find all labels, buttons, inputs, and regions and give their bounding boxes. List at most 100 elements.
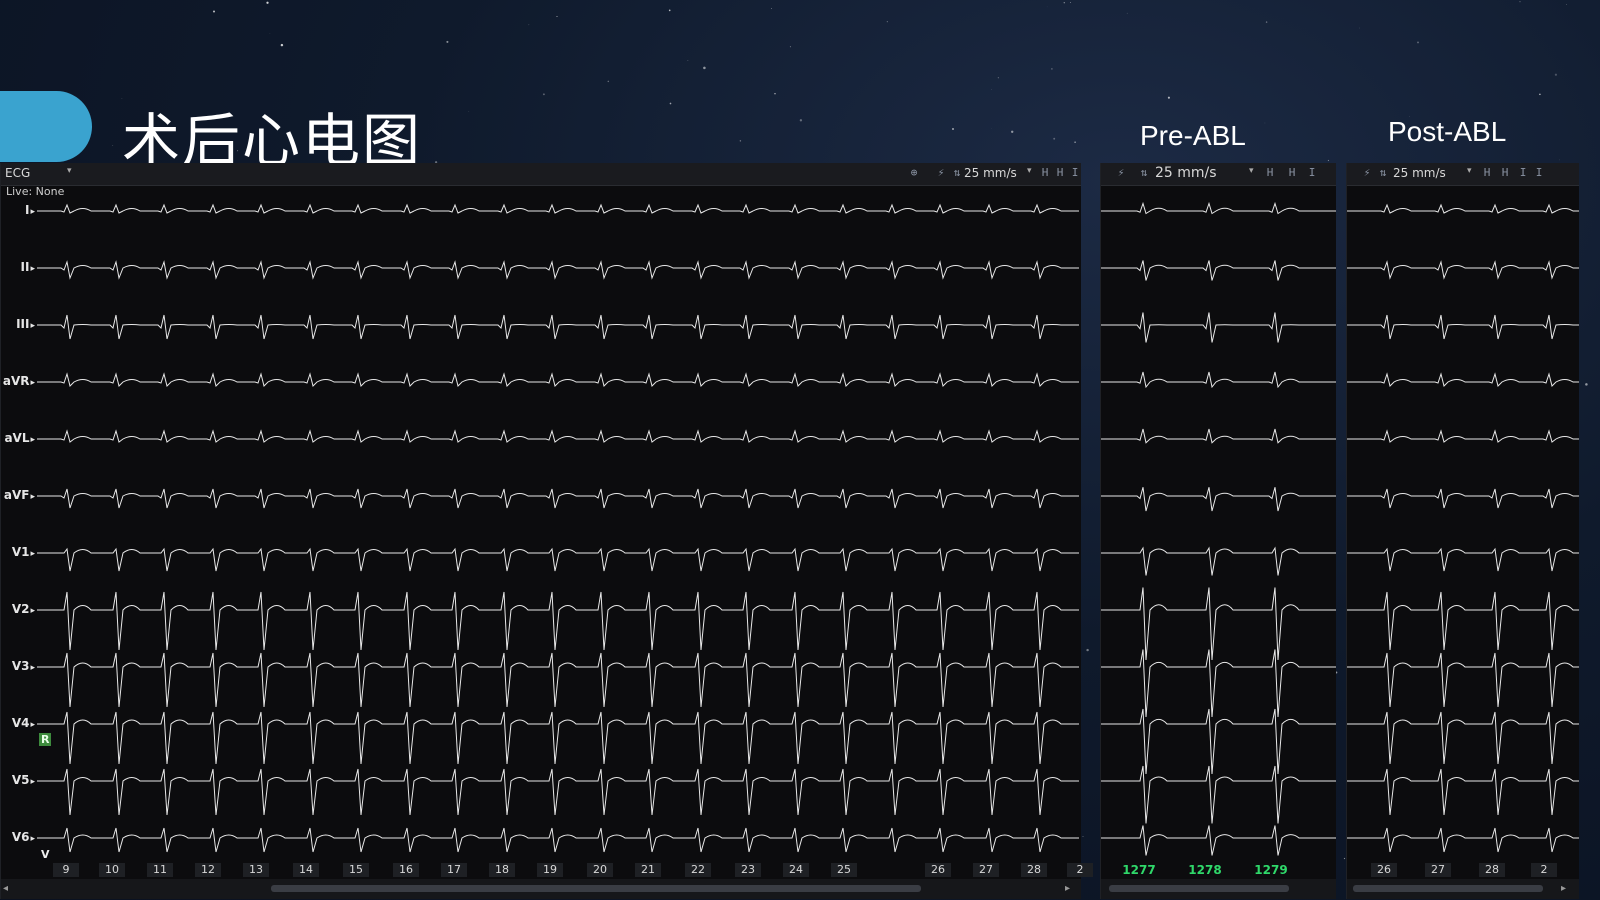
main-trace-avf [37, 488, 1079, 509]
star [1539, 93, 1541, 96]
star [269, 33, 271, 34]
beat-number-1277: 1277 [1122, 863, 1156, 877]
star [997, 77, 1000, 79]
star [687, 60, 689, 61]
star [771, 8, 772, 9]
post-time-axis: 26 27 28 2 [1347, 863, 1579, 879]
time-tick-2: 2 [1531, 863, 1557, 877]
star [1053, 137, 1056, 140]
star [1063, 1, 1066, 4]
post-trace-v1 [1347, 547, 1579, 572]
star [468, 110, 470, 112]
scroll-right-icon[interactable]: ▸ [1561, 883, 1566, 894]
time-tick-9: 9 [53, 863, 79, 877]
pre-trace-v4 [1101, 708, 1336, 775]
post-scrollbar[interactable]: ▸ [1347, 879, 1579, 899]
time-tick-13: 13 [243, 863, 269, 877]
post-trace-v5 [1347, 768, 1579, 816]
star [212, 10, 216, 13]
main-trace-v6 [37, 827, 1079, 853]
time-tick-27: 27 [973, 863, 999, 877]
time-tick-22: 22 [685, 863, 711, 877]
time-tick-14: 14 [293, 863, 319, 877]
pre-ecg-traces [1101, 201, 1336, 856]
star [739, 140, 742, 142]
time-tick-28: 28 [1021, 863, 1047, 877]
main-trace-ii [37, 260, 1079, 280]
time-tick-25: 25 [831, 863, 857, 877]
star [112, 145, 114, 146]
pre-trace-v6 [1101, 825, 1336, 856]
star [266, 1, 269, 4]
main-time-axis: 9 10 11 12 13 14 15 16 17 18 19 20 21 22 23 24 25 26 27 28 2 [1, 863, 1093, 879]
beat-number-1279: 1279 [1254, 863, 1288, 877]
main-trace-iii [37, 314, 1079, 340]
pre-trace-v1 [1101, 546, 1336, 576]
star [1554, 73, 1558, 76]
star [1167, 96, 1170, 99]
pre-trace-avl [1101, 428, 1336, 444]
star [1126, 12, 1128, 14]
post-trace-v4 [1347, 711, 1579, 765]
post-trace-i [1347, 203, 1579, 214]
main-trace-i [37, 203, 1079, 214]
post-trace-iii [1347, 314, 1579, 340]
pre-trace-iii [1101, 312, 1336, 343]
post-trace-v2 [1347, 591, 1579, 651]
main-trace-v2 [37, 591, 1079, 651]
star [1585, 383, 1588, 386]
pre-scrollbar[interactable] [1101, 879, 1336, 899]
pre-beat-axis: 1277 1278 1279 [1101, 863, 1336, 879]
time-tick-10: 10 [99, 863, 125, 877]
main-trace-avl [37, 429, 1079, 443]
star [1566, 4, 1567, 5]
star [1417, 41, 1419, 44]
star [952, 128, 954, 130]
pre-abl-title: Pre-ABL [1140, 120, 1246, 151]
main-scroll-thumb[interactable] [271, 885, 921, 892]
time-tick-12: 12 [195, 863, 221, 877]
time-tick-16: 16 [393, 863, 419, 877]
star [542, 93, 545, 96]
scroll-right-icon[interactable]: ▸ [1065, 883, 1070, 894]
main-scrollbar[interactable]: ◂ ▸ [1, 879, 1081, 899]
star [556, 16, 558, 17]
post-trace-v3 [1347, 652, 1579, 708]
post-trace-avr [1347, 372, 1579, 387]
post-trace-ii [1347, 260, 1579, 280]
star [1086, 648, 1089, 652]
pre-trace-v5 [1101, 765, 1336, 824]
star [1051, 68, 1053, 70]
star [1011, 130, 1014, 133]
beat-number-1278: 1278 [1188, 863, 1222, 877]
post-scroll-thumb[interactable] [1353, 885, 1543, 892]
star [280, 43, 284, 47]
star [1327, 159, 1329, 162]
time-tick-2: 2 [1067, 863, 1093, 877]
main-trace-v5 [37, 768, 1079, 816]
time-tick-28: 28 [1479, 863, 1505, 877]
main-ecg-traces [37, 203, 1079, 853]
time-tick-19: 19 [537, 863, 563, 877]
star [669, 102, 672, 105]
post-ecg-traces [1347, 203, 1579, 853]
pre-trace-ii [1101, 260, 1336, 281]
scroll-left-icon[interactable]: ◂ [3, 883, 8, 894]
star [1264, 122, 1266, 124]
time-tick-26: 26 [1371, 863, 1397, 877]
star [1519, 1, 1521, 3]
pre-scroll-thumb[interactable] [1109, 885, 1289, 892]
star [799, 119, 803, 122]
time-tick-15: 15 [343, 863, 369, 877]
time-tick-20: 20 [587, 863, 613, 877]
time-tick-26: 26 [925, 863, 951, 877]
star [774, 92, 776, 95]
star [1082, 836, 1084, 837]
time-tick-27: 27 [1425, 863, 1451, 877]
star [1559, 159, 1560, 161]
time-tick-11: 11 [147, 863, 173, 877]
star [607, 80, 610, 83]
main-ecg-panel: ECG ▾ ⊕ ⚡ ⇅ 25 mm/s ▾ H H I Live: None I… [0, 163, 1093, 899]
post-abl-title: Post-ABL [1388, 116, 1507, 147]
star [1074, 141, 1076, 144]
